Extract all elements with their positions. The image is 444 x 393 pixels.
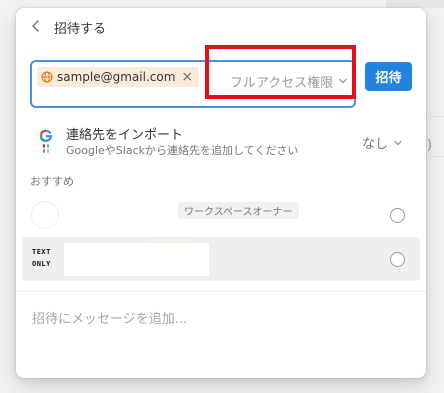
invite-button[interactable]: 招待: [365, 62, 412, 91]
panel-title: 招待する: [54, 22, 107, 37]
remove-chip-icon[interactable]: ×: [181, 70, 193, 84]
suggestions-label: おすすめ: [30, 175, 74, 188]
email-chip: sample@gmail.com ×: [37, 67, 200, 87]
import-selection-label: なし: [362, 137, 389, 152]
invite-panel: 招待する sample@gmail.com × フルアクセス権限 招待 連絡先を…: [16, 8, 426, 378]
background-divider: [430, 156, 444, 157]
avatar-text-line: ONLY: [32, 260, 51, 268]
import-source-select[interactable]: なし: [362, 133, 403, 152]
import-title: 連絡先をインポート: [66, 128, 184, 143]
email-chip-label: sample@gmail.com: [57, 70, 176, 84]
background-divider: [430, 116, 444, 117]
avatar: TEXT ONLY: [32, 246, 62, 272]
select-radio[interactable]: [390, 208, 405, 223]
decorative-fade: [152, 239, 192, 242]
google-slack-icon: [39, 129, 53, 153]
suggested-member-row[interactable]: TEXT ONLY: [22, 237, 420, 281]
avatar: [31, 201, 59, 229]
background-toolbar: [386, 0, 444, 8]
divider: [16, 291, 426, 292]
suggested-member-row[interactable]: ワークスペースオーナー: [16, 196, 426, 236]
redacted-name: [64, 243, 209, 276]
avatar-text-line: TEXT: [32, 248, 51, 256]
panel-header: 招待する: [16, 8, 426, 46]
globe-icon: [41, 71, 53, 83]
import-contacts-row[interactable]: 連絡先をインポート GoogleやSlackから連絡先を追加してください なし: [16, 120, 426, 164]
select-radio[interactable]: [390, 252, 405, 267]
back-arrow-icon[interactable]: [28, 18, 44, 34]
annotation-highlight: [205, 45, 356, 99]
chevron-down-icon: [394, 140, 402, 145]
import-subtitle: GoogleやSlackから連絡先を追加してください: [66, 144, 299, 157]
message-input[interactable]: 招待にメッセージを追加...: [32, 308, 187, 327]
role-badge: ワークスペースオーナー: [178, 202, 299, 219]
